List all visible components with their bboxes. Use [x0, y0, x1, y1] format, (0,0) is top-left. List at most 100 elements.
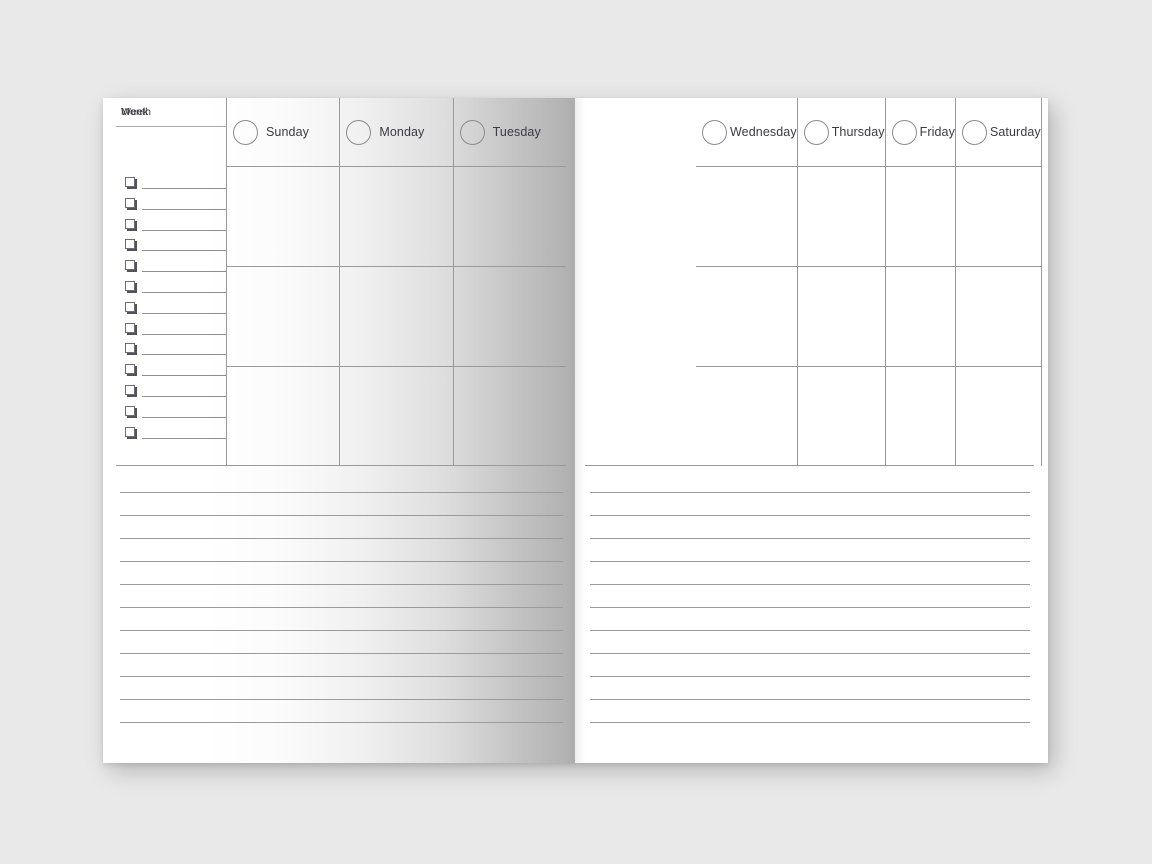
note-write-line[interactable]: [120, 630, 563, 631]
day-cells: [227, 166, 340, 466]
day-header: Monday: [340, 98, 452, 166]
day-cell[interactable]: [453, 266, 566, 366]
day-cell[interactable]: [885, 366, 955, 466]
note-write-line[interactable]: [120, 538, 563, 539]
todo-write-line[interactable]: [142, 208, 226, 210]
checkbox-empty-icon[interactable]: [125, 343, 135, 354]
day-cells: [885, 166, 955, 466]
todo-row[interactable]: [116, 320, 226, 341]
todo-row[interactable]: [116, 195, 226, 216]
todo-row[interactable]: [116, 340, 226, 361]
day-cell[interactable]: [227, 166, 340, 266]
todo-write-line[interactable]: [142, 291, 226, 293]
note-write-line[interactable]: [120, 584, 563, 585]
checkbox-empty-icon[interactable]: [125, 260, 135, 271]
todo-row[interactable]: [116, 299, 226, 320]
week-field[interactable]: Week: [116, 98, 226, 127]
checkbox-empty-icon[interactable]: [125, 426, 135, 437]
day-cell[interactable]: [453, 166, 566, 266]
todo-write-line[interactable]: [142, 437, 226, 439]
todo-write-line[interactable]: [142, 312, 226, 314]
day-cell[interactable]: [340, 266, 453, 366]
todo-write-line[interactable]: [142, 416, 226, 418]
checkbox-empty-icon[interactable]: [125, 177, 135, 187]
todo-row[interactable]: [116, 382, 226, 403]
day-circle-icon[interactable]: [702, 119, 727, 145]
day-cell[interactable]: [885, 166, 955, 266]
todo-row[interactable]: [116, 216, 226, 237]
todo-write-line[interactable]: [142, 229, 226, 231]
todo-row[interactable]: [116, 278, 226, 299]
day-cell[interactable]: [797, 166, 885, 266]
note-write-line[interactable]: [120, 607, 563, 608]
note-write-line[interactable]: [120, 653, 563, 654]
todo-row[interactable]: [116, 361, 226, 382]
day-cell[interactable]: [227, 266, 340, 366]
note-write-line[interactable]: [590, 492, 1030, 493]
day-cell[interactable]: [696, 366, 797, 466]
todo-row[interactable]: [116, 403, 226, 424]
todo-write-line[interactable]: [142, 271, 226, 273]
checkbox-empty-icon[interactable]: [125, 280, 135, 291]
todo-row[interactable]: [116, 236, 226, 257]
day-cell[interactable]: [340, 366, 453, 466]
checkbox-empty-icon[interactable]: [125, 197, 135, 208]
todo-write-line[interactable]: [142, 250, 226, 252]
day-cell[interactable]: [955, 266, 1041, 366]
checkbox-empty-icon[interactable]: [125, 301, 135, 312]
checkbox-empty-icon[interactable]: [125, 239, 135, 250]
day-cell[interactable]: [797, 366, 885, 466]
day-column-sunday: Sunday: [227, 98, 341, 466]
day-cell[interactable]: [797, 266, 885, 366]
day-cell[interactable]: [453, 366, 566, 466]
note-write-line[interactable]: [120, 722, 563, 723]
day-circle-icon[interactable]: [233, 119, 258, 145]
note-write-line[interactable]: [590, 515, 1030, 516]
todo-write-line[interactable]: [142, 188, 226, 189]
todo-write-line[interactable]: [142, 375, 226, 377]
note-write-line[interactable]: [590, 584, 1030, 585]
todo-row[interactable]: [116, 424, 226, 445]
day-cell[interactable]: [340, 166, 453, 266]
day-circle-icon[interactable]: [459, 119, 485, 145]
note-write-line[interactable]: [590, 722, 1030, 723]
todo-row[interactable]: [116, 257, 226, 278]
week-label: Week: [121, 106, 149, 118]
day-cell[interactable]: [955, 166, 1041, 266]
day-cells: [340, 166, 453, 466]
left-page: Month Week Sunday Monday Tuesday: [103, 98, 575, 763]
day-circle-icon[interactable]: [891, 119, 917, 145]
note-write-line[interactable]: [590, 561, 1030, 562]
checkbox-empty-icon[interactable]: [125, 218, 135, 229]
day-cell[interactable]: [227, 366, 340, 466]
day-cell[interactable]: [885, 266, 955, 366]
note-write-line[interactable]: [590, 653, 1030, 654]
day-cell[interactable]: [696, 166, 797, 266]
todo-write-line[interactable]: [142, 395, 226, 397]
note-write-line[interactable]: [120, 515, 563, 516]
note-write-line[interactable]: [120, 699, 563, 700]
checkbox-empty-icon[interactable]: [125, 364, 135, 375]
checkbox-empty-icon[interactable]: [125, 384, 135, 395]
day-circle-icon[interactable]: [961, 119, 987, 145]
left-notes-area[interactable]: [120, 480, 563, 745]
todo-write-line[interactable]: [142, 333, 226, 335]
checkbox-empty-icon[interactable]: [125, 405, 135, 416]
todo-row[interactable]: [116, 174, 226, 195]
day-cell[interactable]: [955, 366, 1041, 466]
right-notes-area[interactable]: [590, 480, 1030, 745]
note-write-line[interactable]: [120, 676, 563, 677]
note-write-line[interactable]: [590, 676, 1030, 677]
day-column-saturday: Saturday: [955, 98, 1042, 466]
note-write-line[interactable]: [120, 561, 563, 562]
note-write-line[interactable]: [590, 699, 1030, 700]
note-write-line[interactable]: [590, 607, 1030, 608]
note-write-line[interactable]: [120, 492, 563, 493]
note-write-line[interactable]: [590, 630, 1030, 631]
day-circle-icon[interactable]: [346, 119, 372, 145]
todo-write-line[interactable]: [142, 354, 226, 356]
note-write-line[interactable]: [590, 538, 1030, 539]
checkbox-empty-icon[interactable]: [125, 322, 135, 333]
day-circle-icon[interactable]: [803, 119, 829, 145]
day-cell[interactable]: [696, 266, 797, 366]
